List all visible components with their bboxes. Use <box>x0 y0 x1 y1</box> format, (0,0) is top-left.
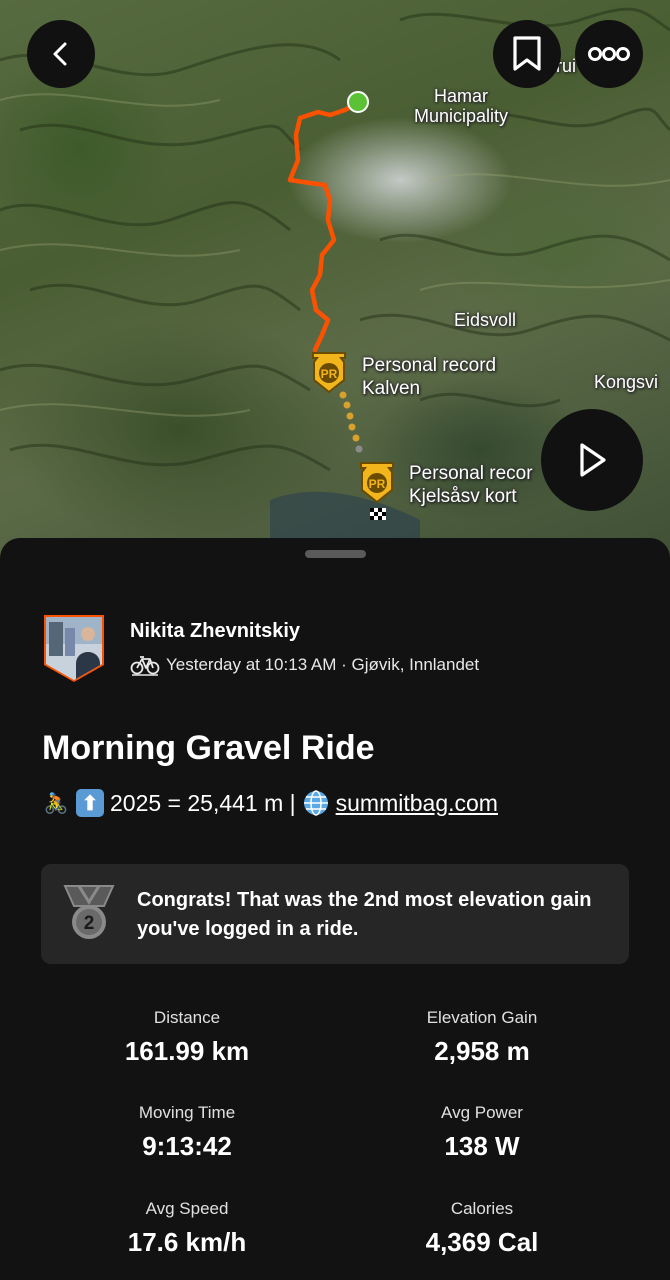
route-start-marker <box>347 91 369 113</box>
pr-marker-title: Personal record <box>362 355 497 376</box>
activity-sheet: Nikita Zhevnitskiy Yesterday at 10:13 AM… <box>0 538 670 1280</box>
stat-calories: Calories 4,369 Cal <box>352 1199 612 1257</box>
achievement-text: Congrats! That was the 2nd most elevatio… <box>137 889 592 940</box>
pr-marker-label[interactable]: Personal recor Kjelsåsv kort <box>409 462 541 508</box>
play-flyover-button[interactable] <box>541 409 643 511</box>
cyclist-emoji: 🚴 <box>43 792 69 815</box>
stat-value: 17.6 km/h <box>127 1227 247 1257</box>
achievement-card[interactable]: 2 Congrats! That was the 2nd most elevat… <box>41 864 629 964</box>
stat-label: Avg Speed <box>145 1199 229 1218</box>
up-arrow-icon: ⬆ <box>76 789 104 817</box>
map-label-kongsvinger: Kongsvi <box>594 372 659 392</box>
stat-label: Avg Power <box>441 1103 523 1122</box>
stat-distance: Distance 161.99 km <box>57 1008 317 1066</box>
bookmark-icon <box>513 36 541 71</box>
activity-description: 🚴 ⬆ 2025 = 25,441 m | summitbag.com <box>42 789 498 817</box>
stat-label: Calories <box>450 1199 514 1218</box>
pr-marker-segment: Kalven <box>362 378 421 399</box>
play-icon <box>580 443 606 477</box>
description-link[interactable]: summitbag.com <box>336 790 498 817</box>
svg-text:PR: PR <box>369 477 386 491</box>
activity-date-location: Yesterday at 10:13 AM · Gjøvik, Innlande… <box>166 655 480 674</box>
stat-label: Elevation Gain <box>426 1008 538 1027</box>
bike-icon <box>130 656 160 676</box>
stat-avg-speed: Avg Speed 17.6 km/h <box>57 1199 317 1257</box>
map-label-eidsvoll: Eidsvoll <box>454 310 517 330</box>
stat-avg-power: Avg Power 138 W <box>352 1103 612 1161</box>
stat-label: Moving Time <box>138 1103 236 1122</box>
stat-elevation-gain: Elevation Gain 2,958 m <box>352 1008 612 1066</box>
more-button[interactable] <box>575 20 643 88</box>
avatar[interactable] <box>43 614 105 682</box>
route-map[interactable]: Hamar Municipality Eidsvoll Kongsvi rui … <box>0 0 670 570</box>
pr-badge-icon[interactable]: PR <box>358 460 396 504</box>
stat-value: 138 W <box>444 1131 520 1161</box>
description-text: 2025 = 25,441 m | <box>110 789 296 816</box>
finish-flag-marker <box>370 508 386 520</box>
pr-marker-label[interactable]: Personal record Kalven <box>362 354 496 400</box>
pr-marker-title: Personal recor <box>409 463 533 484</box>
svg-text:2: 2 <box>84 913 95 934</box>
pr-marker-segment: Kjelsåsv kort <box>409 486 517 507</box>
back-button[interactable] <box>27 20 95 88</box>
activity-meta: Yesterday at 10:13 AM · Gjøvik, Innlande… <box>130 654 479 676</box>
activity-title: Morning Gravel Ride <box>42 729 375 767</box>
stat-value: 2,958 m <box>434 1036 530 1066</box>
chevron-left-icon <box>53 42 67 66</box>
stat-value: 4,369 Cal <box>425 1227 539 1257</box>
stat-moving-time: Moving Time 9:13:42 <box>57 1103 317 1161</box>
svg-text:PR: PR <box>321 367 338 381</box>
map-label-hamar: Hamar Municipality <box>414 86 509 126</box>
athlete-name[interactable]: Nikita Zhevnitskiy <box>130 620 300 643</box>
more-horizontal-icon <box>588 47 630 61</box>
globe-icon <box>302 789 330 817</box>
pr-badge-icon[interactable]: PR <box>310 350 348 394</box>
bookmark-button[interactable] <box>493 20 561 88</box>
stat-value: 161.99 km <box>124 1036 250 1066</box>
medal-icon: 2 <box>63 885 115 939</box>
stat-value: 9:13:42 <box>142 1131 232 1161</box>
stat-label: Distance <box>153 1008 221 1027</box>
drag-handle[interactable] <box>305 550 366 558</box>
